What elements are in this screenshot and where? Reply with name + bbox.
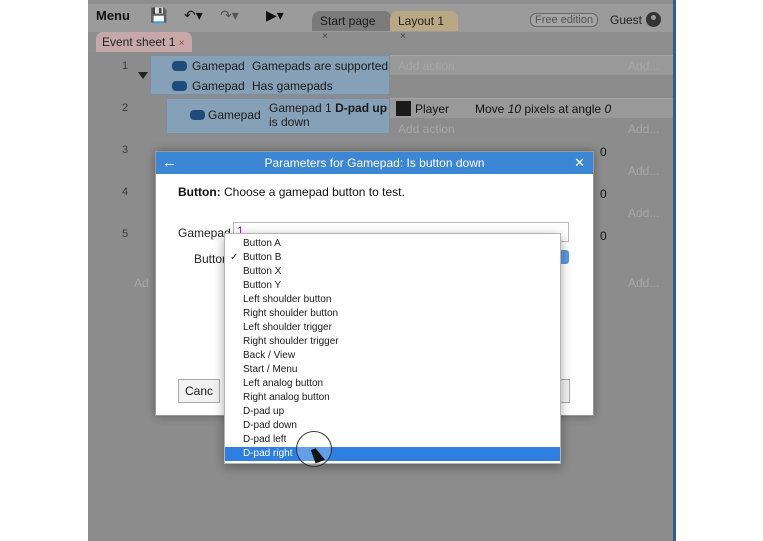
tab-label: Event sheet 1 [102, 35, 176, 49]
option-back-view[interactable]: Back / View [225, 349, 560, 363]
option-label: Right shoulder trigger [243, 336, 339, 347]
action-angle: 0 [604, 102, 612, 116]
close-icon[interactable]: ✕ [574, 155, 585, 171]
option-label: D-pad down [243, 420, 297, 431]
option-right-shoulder-trigger[interactable]: Right shoulder trigger [225, 335, 560, 349]
window-edge [673, 0, 676, 541]
free-edition-badge[interactable]: Free edition [530, 13, 599, 27]
option-button-x[interactable]: Button X [225, 265, 560, 279]
option-button-b[interactable]: ✓ Button B [225, 251, 560, 265]
option-left-shoulder-trigger[interactable]: Left shoulder trigger [225, 321, 560, 335]
option-start-menu[interactable]: Start / Menu [225, 363, 560, 377]
option-dpad-down[interactable]: D-pad down [225, 419, 560, 433]
action-object: Player [415, 102, 450, 116]
condition-text: Has gamepads [252, 79, 333, 93]
gamepad-icon [172, 61, 187, 71]
add-link[interactable]: Add... [628, 122, 659, 136]
play-icon[interactable]: ▶▾ [266, 7, 284, 24]
gamepad-icon [190, 110, 205, 120]
option-label: Right analog button [243, 392, 330, 403]
option-label: Button A [243, 238, 281, 249]
option-label: Back / View [243, 350, 296, 361]
option-button-a[interactable]: Button A [225, 237, 560, 251]
save-icon[interactable]: 💾 [150, 7, 167, 24]
action-prefix: Move [475, 102, 505, 116]
tab-label: Layout 1 [398, 14, 445, 28]
parameter-description: Button: Choose a gamepad button to test. [178, 185, 405, 199]
condition-object: Gamepad [192, 79, 245, 93]
add-link[interactable]: Add... [628, 164, 659, 178]
option-right-analog-button[interactable]: Right analog button [225, 391, 560, 405]
option-left-analog-button[interactable]: Left analog button [225, 377, 560, 391]
option-dpad-left[interactable]: D-pad left [225, 433, 560, 447]
player-sprite-icon [396, 101, 411, 116]
option-left-shoulder-button[interactable]: Left shoulder button [225, 293, 560, 307]
option-dpad-right[interactable]: D-pad right [225, 447, 560, 461]
event-number: 4 [122, 186, 129, 198]
condition-text: Gamepads are supported [252, 59, 389, 73]
condition-text-prefix: Gamepad 1 [269, 101, 332, 115]
option-label: Button B [243, 252, 282, 263]
condition-text-suffix: is down [269, 115, 310, 129]
add-link[interactable]: Add... [628, 276, 659, 290]
parameter-help: Choose a gamepad button to test. [224, 185, 405, 199]
option-label: Button X [243, 266, 282, 277]
event-number: 1 [122, 60, 129, 72]
option-right-shoulder-button[interactable]: Right shoulder button [225, 307, 560, 321]
option-label: Right shoulder button [243, 308, 339, 319]
button-select-dropdown[interactable]: Button A ✓ Button B Button X Button Y Lef… [224, 233, 561, 464]
condition-object: Gamepad [192, 59, 245, 73]
option-label: Start / Menu [243, 364, 298, 375]
parameter-name: Button: [178, 185, 221, 199]
guest-label[interactable]: Guest [610, 13, 642, 27]
undo-icon[interactable]: ↶▾ [184, 7, 203, 24]
option-button-y[interactable]: Button Y [225, 279, 560, 293]
option-label: Left shoulder button [243, 294, 332, 305]
close-tab-icon[interactable]: × [322, 31, 328, 42]
event-number: 5 [122, 228, 129, 240]
action-angle-value: 0 [600, 187, 607, 201]
option-label: Left shoulder trigger [243, 322, 332, 333]
dialog-title: Parameters for Gamepad: Is button down [264, 156, 485, 170]
condition-text-line: Gamepad 1 D-pad up [269, 101, 387, 115]
checkmark-icon: ✓ [230, 252, 239, 263]
condition-button: D-pad up [335, 101, 388, 115]
option-label: D-pad up [243, 406, 285, 417]
add-link[interactable]: Add... [628, 206, 659, 220]
tab-label: Start page [320, 14, 376, 28]
event-number: 3 [122, 144, 129, 156]
option-label: D-pad right [243, 448, 293, 459]
action-text: Move 10 pixels at angle 0 [475, 102, 611, 116]
action-angle-value: 0 [600, 145, 607, 159]
add-link[interactable]: Add... [628, 59, 659, 73]
dialog-header: ← Parameters for Gamepad: Is button down… [156, 152, 593, 174]
option-label: Button Y [243, 280, 282, 291]
add-action-link[interactable]: Add action [398, 59, 455, 73]
option-label: D-pad left [243, 434, 287, 445]
cancel-button[interactable]: Canc [178, 379, 221, 403]
action-angle-value: 0 [600, 229, 607, 243]
gamepad-label: Gamepad [178, 226, 231, 240]
collapse-arrow-icon[interactable] [138, 72, 148, 79]
tab-layout-1[interactable]: Layout 1 × [390, 11, 458, 42]
close-tab-icon[interactable]: × [179, 38, 185, 49]
tab-start-page[interactable]: Start page × [312, 11, 392, 42]
option-label: Left analog button [243, 378, 324, 389]
redo-icon[interactable]: ↷▾ [220, 7, 239, 24]
gamepad-icon [172, 81, 187, 91]
add-action-link[interactable]: Add action [398, 122, 455, 136]
option-dpad-up[interactable]: D-pad up [225, 405, 560, 419]
action-middle: pixels at angle [524, 102, 602, 116]
menu-button[interactable]: Menu [96, 8, 130, 23]
action-value: 10 [507, 102, 522, 116]
close-tab-icon[interactable]: × [400, 31, 406, 42]
condition-object: Gamepad [208, 108, 261, 122]
tab-event-sheet-1[interactable]: Event sheet 1 × [96, 32, 192, 52]
user-avatar-icon[interactable] [646, 12, 661, 27]
event-number: 2 [122, 102, 129, 114]
top-toolbar: Menu 💾 ↶▾ ↷▾ ▶▾ Start page × Layout 1 × … [88, 4, 676, 42]
add-event-link[interactable]: Ad [134, 276, 149, 290]
